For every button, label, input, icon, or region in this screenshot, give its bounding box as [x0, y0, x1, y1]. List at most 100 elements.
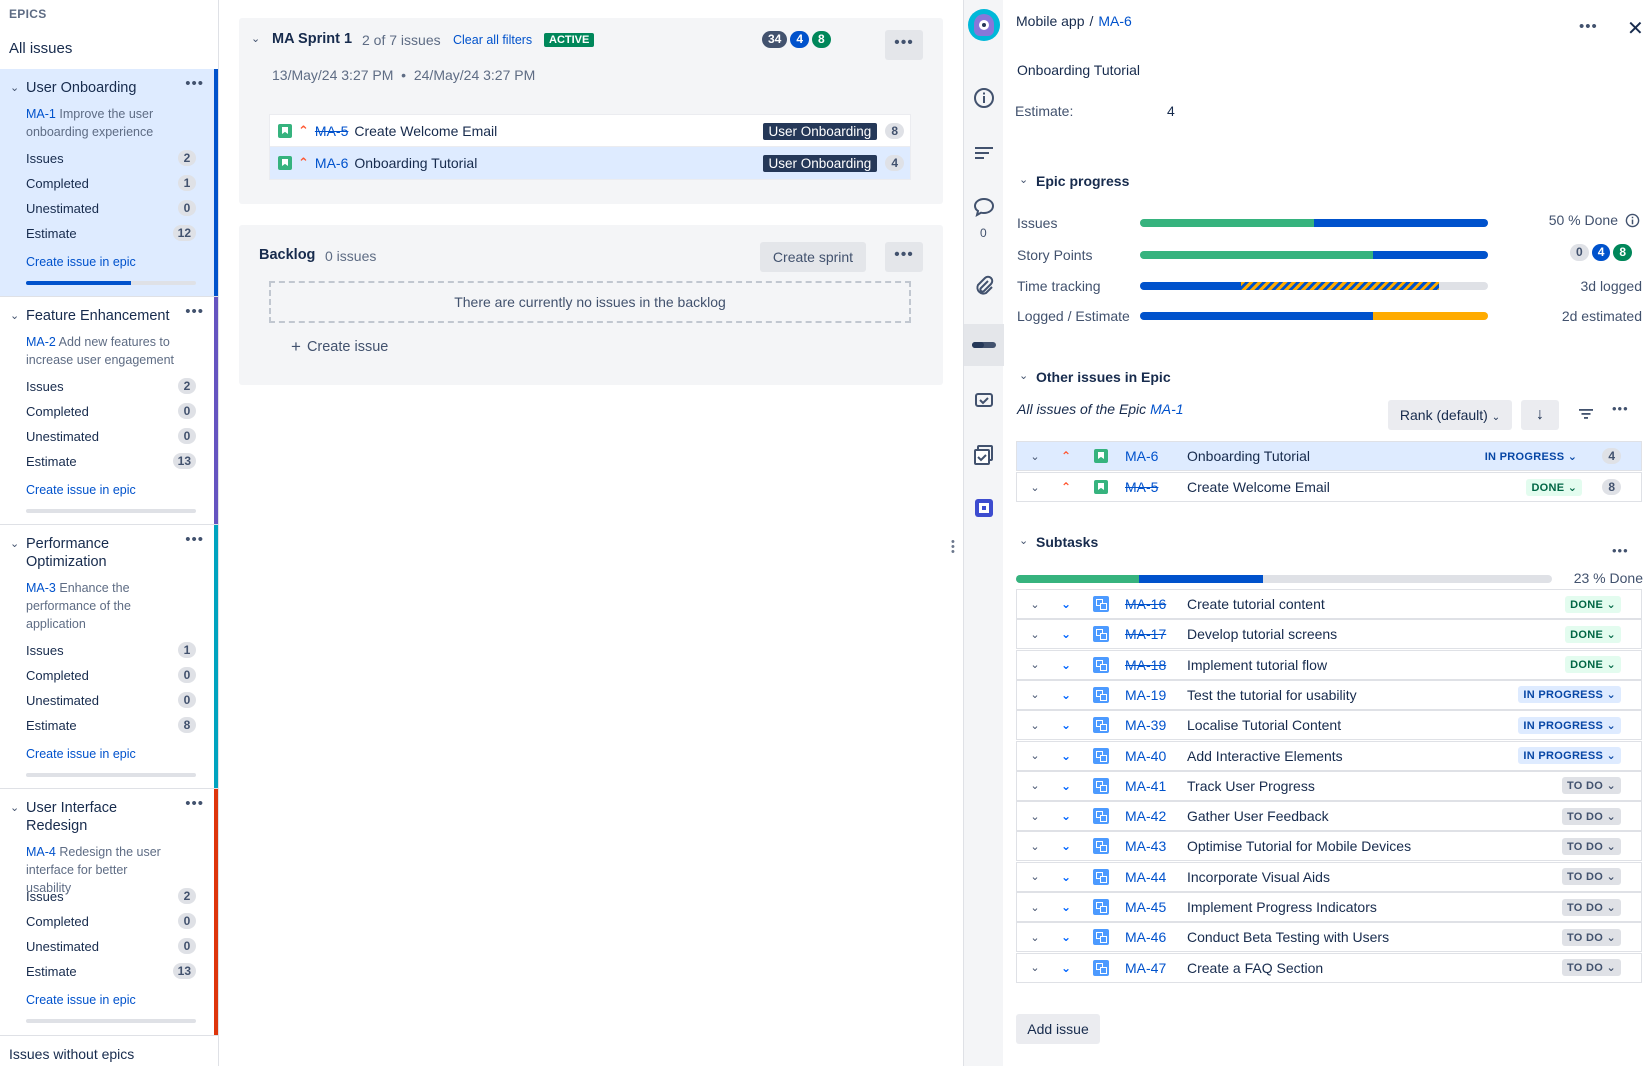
subtask-row[interactable]: ⌄ ⌄ MA-45 Implement Progress Indicators … — [1016, 892, 1642, 922]
detail-more-icon[interactable]: ••• — [1579, 18, 1598, 35]
epic-collapse-chevron-icon[interactable]: ⌄ — [10, 801, 19, 814]
subtask-row[interactable]: ⌄ ⌄ MA-40 Add Interactive Elements IN PR… — [1016, 740, 1642, 771]
subtask-row[interactable]: ⌄ ⌄ MA-16 Create tutorial content DONE ⌄ — [1016, 589, 1642, 619]
create-issue-button[interactable]: + Create issue — [291, 337, 388, 357]
subtask-row[interactable]: ⌄ ⌄ MA-17 Develop tutorial screens DONE … — [1016, 619, 1642, 650]
sprint-collapse-chevron-icon[interactable]: ⌄ — [251, 32, 260, 45]
subtasks-more-icon[interactable]: ••• — [1612, 543, 1629, 558]
epic-progress-chevron-icon[interactable]: ⌄ — [1019, 173, 1028, 186]
create-sprint-button[interactable]: Create sprint — [760, 242, 866, 272]
epic-key[interactable]: MA-2 — [26, 335, 56, 349]
row-expand-chevron-icon[interactable]: ⌄ — [1021, 719, 1049, 732]
progress-info-icon[interactable] — [1625, 213, 1640, 231]
subtask-row[interactable]: ⌄ ⌄ MA-18 Implement tutorial flow DONE ⌄ — [1016, 649, 1642, 680]
row-expand-chevron-icon[interactable]: ⌄ — [1021, 901, 1049, 914]
epic-more-icon[interactable]: ••• — [185, 75, 204, 92]
subtask-row[interactable]: ⌄ ⌄ MA-44 Incorporate Visual Aids TO DO … — [1016, 861, 1642, 892]
row-expand-chevron-icon[interactable]: ⌄ — [1021, 688, 1049, 701]
info-icon[interactable] — [972, 87, 996, 111]
issue-key[interactable]: MA-5 — [315, 123, 348, 139]
checklist-icon[interactable] — [972, 389, 996, 413]
subtask-row[interactable]: ⌄ ⌄ MA-47 Create a FAQ Section TO DO ⌄ — [1016, 952, 1642, 983]
sort-direction-icon[interactable]: ↓ — [1521, 400, 1559, 430]
status-dropdown[interactable]: IN PROGRESS ⌄ — [1479, 447, 1583, 465]
sprint-issue-row[interactable]: ⌃ MA-5 Create Welcome Email User Onboard… — [269, 114, 911, 148]
epic-collapse-chevron-icon[interactable]: ⌄ — [10, 537, 19, 550]
issue-key[interactable]: MA-5 — [1125, 479, 1187, 495]
row-expand-chevron-icon[interactable]: ⌄ — [1021, 779, 1049, 792]
issue-key[interactable]: MA-43 — [1125, 838, 1187, 854]
subtask-row[interactable]: ⌄ ⌄ MA-39 Localise Tutorial Content IN P… — [1016, 710, 1642, 741]
status-dropdown[interactable]: DONE ⌄ — [1565, 656, 1621, 674]
status-dropdown[interactable]: TO DO ⌄ — [1561, 959, 1621, 977]
issue-key[interactable]: MA-6 — [1125, 448, 1187, 464]
create-issue-in-epic-link[interactable]: Create issue in epic — [26, 483, 136, 497]
create-issue-in-epic-link[interactable]: Create issue in epic — [26, 255, 136, 269]
issue-key[interactable]: MA-39 — [1125, 717, 1187, 733]
subtask-row[interactable]: ⌄ ⌄ MA-46 Conduct Beta Testing with User… — [1016, 922, 1642, 953]
row-expand-chevron-icon[interactable]: ⌄ — [1021, 598, 1049, 611]
breadcrumb-project[interactable]: Mobile app — [1016, 13, 1085, 29]
row-expand-chevron-icon[interactable]: ⌄ — [1021, 749, 1049, 762]
issue-key[interactable]: MA-6 — [315, 155, 348, 171]
sprint-issue-row[interactable]: ⌃ MA-6 Onboarding Tutorial User Onboardi… — [269, 146, 911, 180]
issue-key[interactable]: MA-44 — [1125, 869, 1187, 885]
subtasks-icon[interactable] — [972, 444, 996, 468]
epic-more-icon[interactable]: ••• — [185, 795, 204, 812]
status-dropdown[interactable]: IN PROGRESS ⌄ — [1518, 747, 1621, 764]
row-expand-chevron-icon[interactable]: ⌄ — [1021, 961, 1049, 974]
description-icon[interactable] — [972, 142, 996, 166]
subtask-row[interactable]: ⌄ ⌄ MA-43 Optimise Tutorial for Mobile D… — [1016, 831, 1642, 862]
row-expand-chevron-icon[interactable]: ⌄ — [1021, 450, 1049, 463]
epic-key[interactable]: MA-1 — [26, 107, 56, 121]
sprint-more-button[interactable]: ••• — [885, 30, 923, 60]
issues-without-epics-link[interactable]: Issues without epics — [9, 1046, 134, 1062]
status-dropdown[interactable]: IN PROGRESS ⌄ — [1518, 686, 1621, 704]
issue-key[interactable]: MA-40 — [1125, 748, 1187, 764]
add-subtask-button[interactable]: Add issue — [1016, 1014, 1100, 1044]
issue-key[interactable]: MA-16 — [1125, 596, 1187, 612]
status-dropdown[interactable]: TO DO ⌄ — [1561, 868, 1621, 886]
rank-dropdown[interactable]: Rank (default) ⌄ — [1388, 400, 1512, 430]
epic-collapse-chevron-icon[interactable]: ⌄ — [10, 309, 19, 322]
epic-more-icon[interactable]: ••• — [185, 303, 204, 320]
create-issue-in-epic-link[interactable]: Create issue in epic — [26, 993, 136, 1007]
status-dropdown[interactable]: TO DO ⌄ — [1561, 777, 1621, 795]
row-expand-chevron-icon[interactable]: ⌄ — [1021, 658, 1049, 671]
epic-card[interactable]: ⌄ User Interface Redesign ••• MA-4 Redes… — [0, 789, 218, 1036]
epic-collapse-chevron-icon[interactable]: ⌄ — [10, 81, 19, 94]
epic-key[interactable]: MA-4 — [26, 845, 56, 859]
epic-card[interactable]: ⌄ User Onboarding ••• MA-1 Improve the u… — [0, 69, 218, 297]
issue-key[interactable]: MA-47 — [1125, 960, 1187, 976]
issue-key[interactable]: MA-41 — [1125, 778, 1187, 794]
subtasks-chevron-icon[interactable]: ⌄ — [1019, 534, 1028, 547]
issue-key[interactable]: MA-42 — [1125, 808, 1187, 824]
status-dropdown[interactable]: IN PROGRESS ⌄ — [1518, 716, 1621, 734]
panel-resize-handle-icon[interactable]: • • • — [951, 537, 955, 558]
breadcrumb-issue-key[interactable]: MA-6 — [1098, 13, 1131, 29]
other-issues-more-icon[interactable]: ••• — [1612, 401, 1629, 416]
issue-key[interactable]: MA-18 — [1125, 657, 1187, 673]
issue-key[interactable]: MA-19 — [1125, 687, 1187, 703]
issue-key[interactable]: MA-46 — [1125, 929, 1187, 945]
status-dropdown[interactable]: TO DO ⌄ — [1561, 928, 1621, 946]
status-dropdown[interactable]: DONE ⌄ — [1526, 478, 1583, 496]
app-extension-icon[interactable] — [972, 497, 996, 521]
issue-key[interactable]: MA-17 — [1125, 626, 1187, 642]
backlog-more-button[interactable]: ••• — [885, 242, 923, 272]
subtask-row[interactable]: ⌄ ⌄ MA-41 Track User Progress TO DO ⌄ — [1016, 770, 1642, 801]
other-issue-row[interactable]: ⌄ ⌃ MA-6 Onboarding Tutorial IN PROGRESS… — [1016, 441, 1642, 471]
other-issue-row[interactable]: ⌄ ⌃ MA-5 Create Welcome Email DONE ⌄ 8 — [1016, 472, 1642, 502]
status-dropdown[interactable]: TO DO ⌄ — [1561, 807, 1621, 825]
epic-card[interactable]: ⌄ Performance Optimization ••• MA-3 Enha… — [0, 525, 218, 789]
epic-progress-tab-icon[interactable] — [964, 324, 1004, 366]
comments-icon[interactable] — [972, 196, 996, 220]
epic-more-icon[interactable]: ••• — [185, 531, 204, 548]
row-expand-chevron-icon[interactable]: ⌄ — [1021, 931, 1049, 944]
status-dropdown[interactable]: TO DO ⌄ — [1561, 898, 1621, 916]
issue-key[interactable]: MA-45 — [1125, 899, 1187, 915]
create-issue-in-epic-link[interactable]: Create issue in epic — [26, 747, 136, 761]
all-issues-link[interactable]: All issues — [9, 40, 72, 57]
epic-card[interactable]: ⌄ Feature Enhancement ••• MA-2 Add new f… — [0, 297, 218, 525]
subtask-row[interactable]: ⌄ ⌄ MA-42 Gather User Feedback TO DO ⌄ — [1016, 801, 1642, 832]
